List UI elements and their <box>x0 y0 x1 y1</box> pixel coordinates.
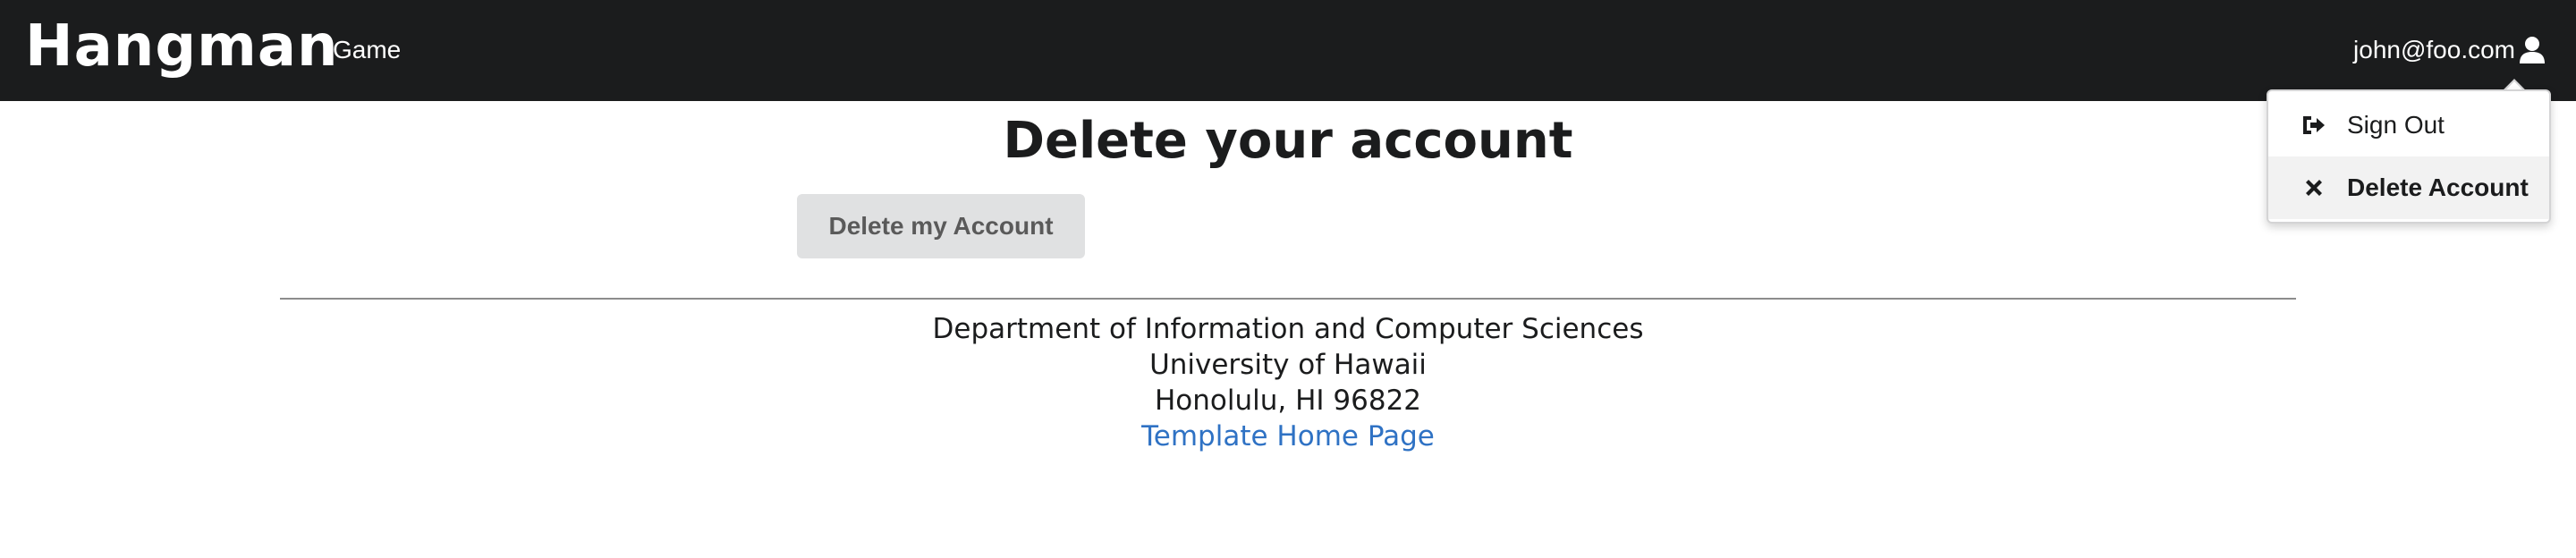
close-icon <box>2306 180 2322 196</box>
template-home-link[interactable]: Template Home Page <box>1141 420 1435 452</box>
delete-account-button[interactable]: Delete my Account <box>797 194 1085 258</box>
user-menu[interactable]: john@foo.com <box>2353 32 2546 68</box>
user-icon <box>2520 37 2545 63</box>
footer: Department of Information and Computer S… <box>0 311 2576 454</box>
footer-divider <box>280 298 2296 300</box>
footer-address: Honolulu, HI 96822 <box>1154 385 1422 417</box>
menu-item-label: Delete Account <box>2347 173 2529 201</box>
nav-game-link[interactable]: Game <box>333 30 401 70</box>
brand-logo[interactable]: Hangman <box>25 7 339 86</box>
footer-university: University of Hawaii <box>1149 349 1427 381</box>
page-title: Delete your account <box>1003 112 1573 170</box>
footer-department: Department of Information and Computer S… <box>932 313 1644 345</box>
user-email: john@foo.com <box>2353 36 2515 63</box>
top-navbar: Hangman Game john@foo.com <box>0 0 2576 101</box>
